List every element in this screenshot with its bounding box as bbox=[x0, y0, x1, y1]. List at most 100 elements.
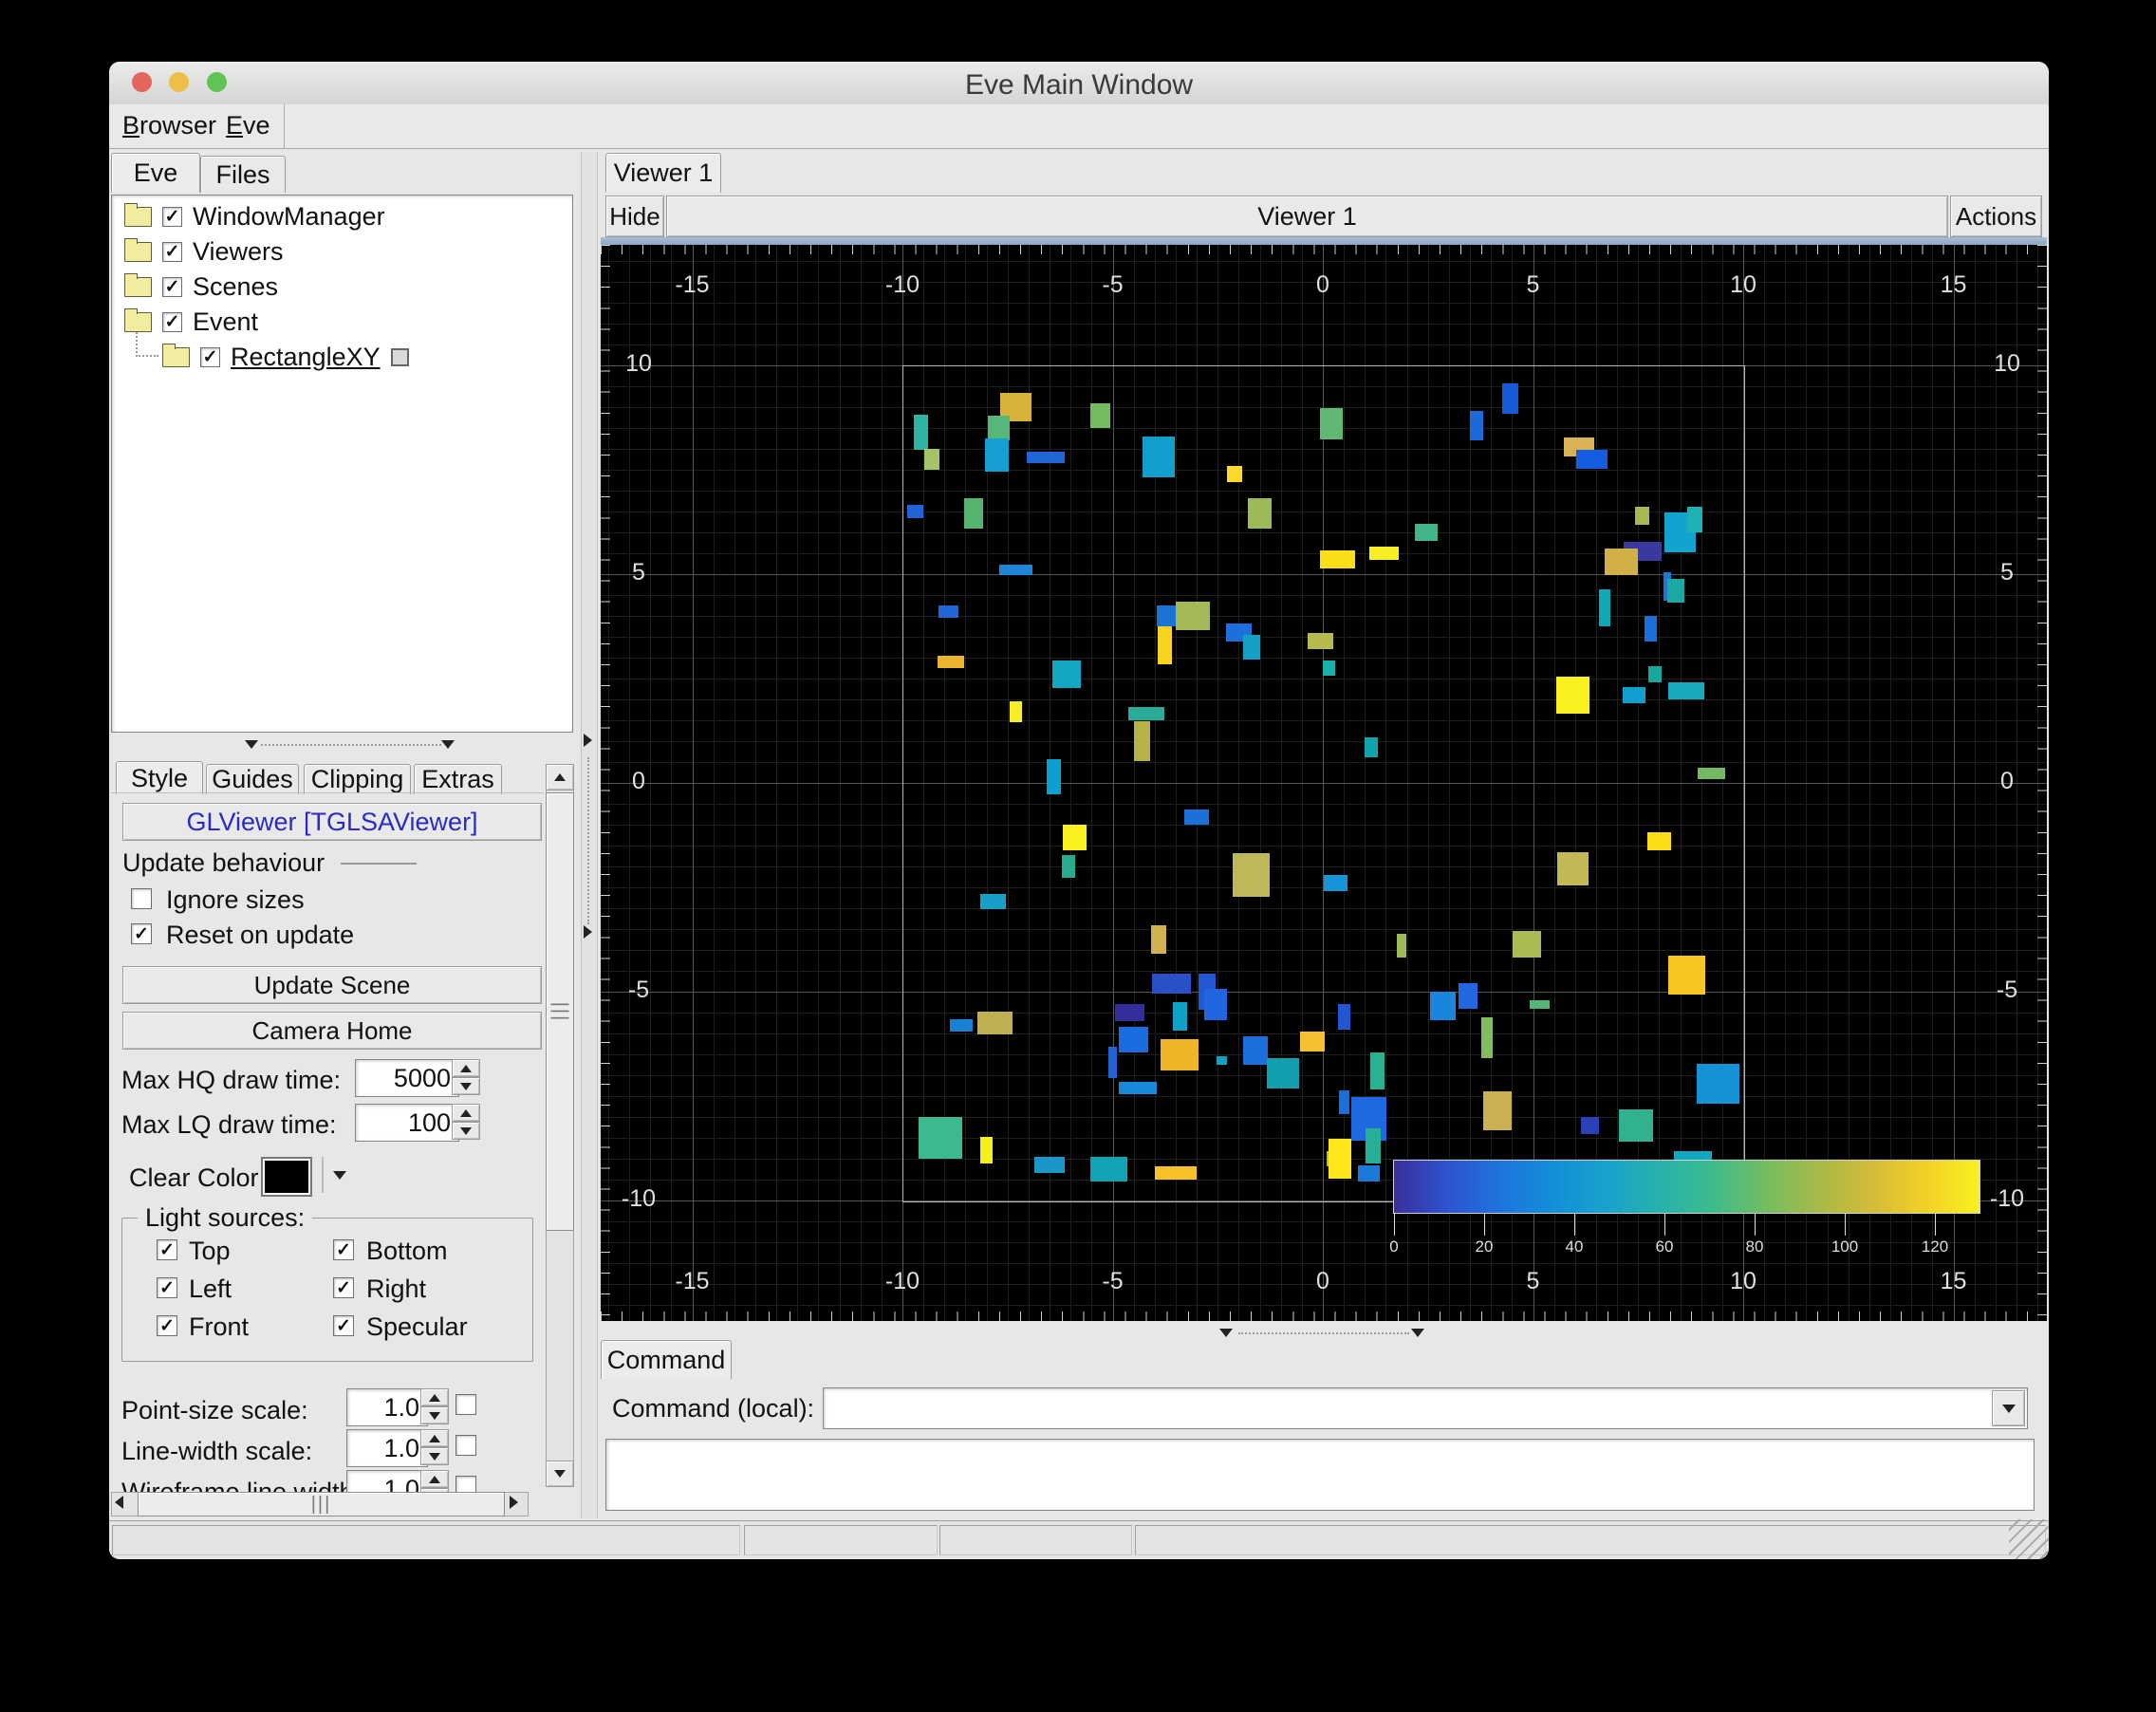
tree-item-viewers[interactable]: Viewers bbox=[124, 237, 284, 266]
tree-checkbox[interactable] bbox=[162, 311, 182, 332]
clear-color-swatch[interactable] bbox=[261, 1157, 312, 1197]
tab-guides[interactable]: Guides bbox=[206, 764, 299, 794]
light-bottom-checkbox[interactable] bbox=[333, 1239, 354, 1260]
tree-item-scenes[interactable]: Scenes bbox=[124, 272, 278, 301]
light-specular-checkbox[interactable] bbox=[333, 1315, 354, 1336]
command-dropdown-icon[interactable] bbox=[1992, 1390, 2025, 1426]
tree-checkbox[interactable] bbox=[200, 346, 220, 367]
status-segment bbox=[939, 1525, 1132, 1555]
tree-item-windowmanager[interactable]: WindowManager bbox=[124, 202, 385, 231]
tree-item-event[interactable]: Event bbox=[124, 307, 258, 336]
scale-label: Line-width scale: bbox=[121, 1437, 313, 1465]
hide-button[interactable]: Hide bbox=[605, 195, 664, 237]
max-lq-input[interactable]: 100 bbox=[355, 1104, 459, 1142]
style-hscroll-thumb[interactable]: ||| bbox=[138, 1492, 505, 1517]
folder-icon bbox=[124, 272, 152, 297]
spin-up-icon[interactable] bbox=[452, 1059, 480, 1077]
y-axis-label: 0 bbox=[2000, 768, 2014, 794]
camera-home-button[interactable]: Camera Home bbox=[122, 1012, 542, 1050]
scale-input[interactable]: 1.0 bbox=[346, 1429, 428, 1467]
scale-checkbox[interactable] bbox=[455, 1476, 476, 1493]
viewer-canvas[interactable]: -15 -15 -10 -10 -5 -5 0 0 5 5 10 10 15 15 10 10 5 5 0 0 -5 -5… bbox=[601, 245, 2047, 1321]
spin-up-icon[interactable] bbox=[420, 1429, 449, 1447]
tab-clipping[interactable]: Clipping bbox=[304, 764, 411, 794]
resize-grip[interactable] bbox=[2009, 1519, 2049, 1559]
tree-checkbox[interactable] bbox=[162, 276, 182, 297]
command-input[interactable] bbox=[823, 1387, 2028, 1429]
splitter-arrow-icon[interactable] bbox=[584, 925, 592, 939]
scroll-right-icon[interactable] bbox=[510, 1496, 518, 1509]
splitter-arrow-icon[interactable] bbox=[584, 734, 592, 747]
scroll-down-icon[interactable] bbox=[546, 1461, 574, 1487]
ignore-sizes-checkbox[interactable] bbox=[131, 888, 152, 909]
h-splitter[interactable] bbox=[261, 744, 441, 746]
tab-viewer-1[interactable]: Viewer 1 bbox=[605, 153, 721, 193]
splitter-arrow-icon[interactable] bbox=[441, 740, 455, 749]
light-front-checkbox[interactable] bbox=[157, 1315, 177, 1336]
v-splitter[interactable] bbox=[581, 152, 598, 1518]
style-vscroll-thumb[interactable]: ||| bbox=[546, 792, 574, 1231]
y-axis-label: -5 bbox=[1996, 977, 2018, 1003]
tab-style[interactable]: Style bbox=[116, 761, 203, 794]
menu-browser[interactable]: Browser bbox=[122, 111, 216, 140]
scale-stepper[interactable] bbox=[420, 1429, 449, 1465]
tree-item-rectanglexy[interactable]: RectangleXY bbox=[136, 332, 409, 371]
scale-input[interactable]: 1.0 bbox=[346, 1470, 428, 1493]
axis-ticks bbox=[601, 245, 2047, 254]
light-top-label: Top bbox=[189, 1237, 231, 1265]
render-state-box[interactable] bbox=[390, 347, 409, 366]
actions-button[interactable]: Actions bbox=[1950, 195, 2042, 237]
colorbar-tick-label: 120 bbox=[1921, 1237, 1949, 1256]
spin-down-icon[interactable] bbox=[420, 1406, 449, 1424]
light-top-checkbox[interactable] bbox=[157, 1239, 177, 1260]
x-axis-label: -15 bbox=[675, 271, 710, 298]
tab-eve[interactable]: Eve bbox=[111, 153, 200, 193]
colorbar-tick bbox=[1484, 1213, 1485, 1236]
spin-up-icon[interactable] bbox=[420, 1470, 449, 1488]
spin-up-icon[interactable] bbox=[452, 1104, 480, 1122]
spin-up-icon[interactable] bbox=[420, 1388, 449, 1406]
spin-down-icon[interactable] bbox=[452, 1077, 480, 1095]
y-axis-label: 10 bbox=[1994, 350, 2020, 377]
colorbar-tick-label: 20 bbox=[1475, 1237, 1494, 1256]
menu-eve[interactable]: Eve bbox=[226, 111, 270, 140]
grid-minor bbox=[601, 1305, 2047, 1306]
tab-command[interactable]: Command bbox=[601, 1340, 732, 1379]
viewer-title-bar[interactable]: Viewer 1 bbox=[666, 195, 1948, 237]
scale-label: Point-size scale: bbox=[121, 1396, 308, 1424]
light-right-checkbox[interactable] bbox=[333, 1277, 354, 1298]
spin-down-icon[interactable] bbox=[452, 1122, 480, 1140]
scroll-left-icon[interactable] bbox=[115, 1496, 123, 1509]
light-left-checkbox[interactable] bbox=[157, 1277, 177, 1298]
max-hq-input[interactable]: 5000 bbox=[355, 1059, 459, 1097]
spin-down-icon[interactable] bbox=[420, 1447, 449, 1465]
glviewer-button[interactable]: GLViewer [TGLSAViewer] bbox=[122, 803, 542, 841]
max-lq-stepper[interactable] bbox=[452, 1104, 480, 1140]
scale-checkbox[interactable] bbox=[455, 1435, 476, 1456]
scale-input[interactable]: 1.0 bbox=[346, 1388, 428, 1426]
light-left-label: Left bbox=[189, 1275, 232, 1303]
command-output[interactable] bbox=[605, 1439, 2035, 1511]
scale-checkbox[interactable] bbox=[455, 1394, 476, 1415]
max-hq-stepper[interactable] bbox=[452, 1059, 480, 1095]
splitter-arrow-icon[interactable] bbox=[1411, 1329, 1424, 1337]
light-front-label: Front bbox=[189, 1312, 250, 1341]
clear-color-dropdown-icon[interactable] bbox=[333, 1171, 346, 1180]
splitter-arrow-icon[interactable] bbox=[245, 740, 258, 749]
tab-extras[interactable]: Extras bbox=[414, 764, 502, 794]
scroll-up-icon[interactable] bbox=[546, 764, 574, 791]
splitter-arrow-icon[interactable] bbox=[1219, 1329, 1233, 1337]
h-splitter-bottom[interactable] bbox=[1238, 1332, 1409, 1334]
tab-files[interactable]: Files bbox=[200, 156, 286, 193]
scale-stepper[interactable] bbox=[420, 1470, 449, 1493]
axis-ticks bbox=[601, 245, 610, 1321]
colorbar-tick-label: 40 bbox=[1565, 1237, 1584, 1256]
colorbar-tick bbox=[1935, 1213, 1936, 1236]
reset-on-update-checkbox[interactable] bbox=[131, 923, 152, 944]
update-scene-button[interactable]: Update Scene bbox=[122, 966, 542, 1004]
tree-checkbox[interactable] bbox=[162, 241, 182, 262]
x-axis-label: -5 bbox=[1102, 1268, 1124, 1294]
scale-stepper[interactable] bbox=[420, 1388, 449, 1424]
x-axis-label: -10 bbox=[884, 1268, 920, 1294]
tree-checkbox[interactable] bbox=[162, 206, 182, 227]
